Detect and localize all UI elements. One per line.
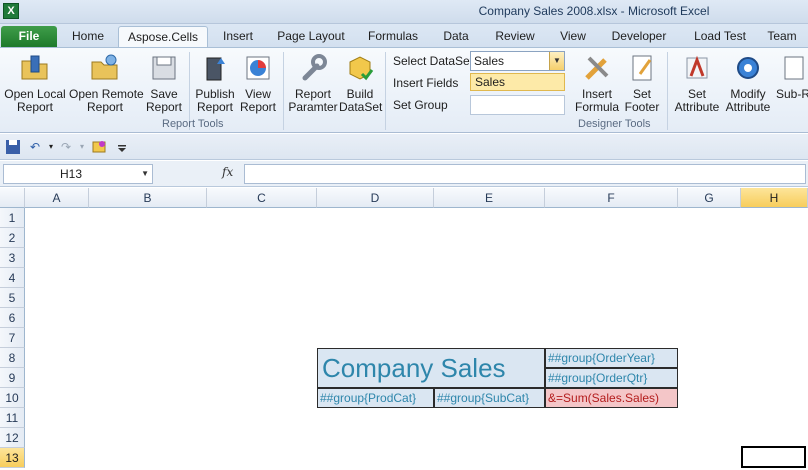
wrench-icon (302, 54, 327, 81)
column-header[interactable]: E (434, 188, 545, 208)
row-header[interactable]: 6 (0, 308, 25, 328)
insert-fields-label: Insert Fields (393, 76, 459, 90)
order-qtr-cell[interactable]: ##group{OrderQtr} (545, 368, 678, 388)
tab-team[interactable]: Team (764, 26, 800, 47)
chevron-down-icon[interactable]: ▼ (141, 165, 149, 183)
publish-server-icon (206, 57, 225, 81)
set-attribute-button[interactable]: Set Attribute (671, 52, 723, 114)
row-header[interactable]: 11 (0, 408, 25, 428)
column-header[interactable]: F (545, 188, 678, 208)
tab-home[interactable]: Home (70, 26, 106, 47)
undo-dropdown-icon[interactable]: ▾ (43, 139, 59, 155)
ribbon-separator (667, 52, 668, 130)
save-disk-icon (152, 56, 176, 80)
sum-formula-cell[interactable]: &=Sum(Sales.Sales) (545, 388, 678, 408)
set-group-combobox[interactable] (470, 95, 565, 115)
pencil-ruler-icon (585, 56, 609, 80)
row-header[interactable]: 2 (0, 228, 25, 248)
name-box[interactable]: H13 ▼ (3, 164, 153, 184)
row-header[interactable]: 7 (0, 328, 25, 348)
company-sales-title-cell[interactable]: Company Sales (317, 348, 545, 388)
row-header[interactable]: 3 (0, 248, 25, 268)
tab-insert[interactable]: Insert (218, 26, 258, 47)
spreadsheet-grid[interactable]: A B C D E F G H 1 2 3 4 5 6 7 8 9 10 11 … (0, 188, 808, 470)
select-all-corner[interactable] (0, 188, 25, 208)
sub-cat-cell[interactable]: ##group{SubCat} (434, 388, 545, 408)
tab-load-test[interactable]: Load Test (688, 26, 752, 47)
spell-check-icon[interactable] (91, 139, 107, 155)
attribute-text-icon (686, 55, 708, 79)
chevron-down-icon[interactable]: ▼ (549, 52, 564, 70)
group-label-designer-tools: Designer Tools (578, 118, 651, 130)
column-header-selected[interactable]: H (741, 188, 808, 208)
modify-attribute-button[interactable]: Modify Attribute (723, 52, 773, 114)
column-header[interactable]: G (678, 188, 741, 208)
page-pencil-icon (632, 55, 652, 81)
tab-developer[interactable]: Developer (608, 26, 670, 47)
publish-report-button[interactable]: Publish Report (193, 52, 237, 114)
view-report-button[interactable]: View Report (238, 52, 278, 114)
window-title: Company Sales 2008.xlsx - Microsoft Exce… (478, 4, 710, 18)
row-header[interactable]: 12 (0, 428, 25, 448)
report-paramter-button[interactable]: Report Paramter (287, 52, 339, 114)
redo-dropdown-icon: ▾ (79, 142, 84, 151)
ribbon-tab-row: File Home Aspose.Cells Insert Page Layou… (0, 24, 808, 48)
formula-input[interactable] (244, 164, 806, 184)
folder-remote-icon (91, 54, 118, 80)
active-cell-h13[interactable] (741, 446, 806, 468)
title-bar: X Company Sales 2008.xlsx - Microsoft Ex… (0, 0, 808, 24)
save-report-button[interactable]: Save Report (144, 52, 184, 114)
build-dataset-icon (349, 56, 374, 81)
row-header[interactable]: 8 (0, 348, 25, 368)
save-icon[interactable] (5, 139, 21, 155)
chart-view-icon (246, 56, 270, 80)
ribbon-separator (385, 52, 386, 130)
order-year-cell[interactable]: ##group{OrderYear} (545, 348, 678, 368)
dataset-option-sales[interactable]: Sales (470, 73, 565, 91)
ribbon: Open Local Report Open Remote Report Sav… (0, 47, 808, 133)
open-local-report-button[interactable]: Open Local Report (4, 52, 66, 114)
quick-access-toolbar: ↶ ▾ ↷ ▾ (0, 134, 808, 160)
undo-icon[interactable]: ↶ (27, 139, 43, 155)
redo-icon: ↷ (60, 140, 72, 154)
row-header[interactable]: 10 (0, 388, 25, 408)
tab-file[interactable]: File (1, 26, 57, 47)
column-header[interactable]: C (207, 188, 317, 208)
column-header[interactable]: B (89, 188, 207, 208)
tab-page-layout[interactable]: Page Layout (275, 26, 347, 47)
gear-icon (737, 57, 759, 79)
fx-icon[interactable]: fx (222, 165, 233, 179)
tab-review[interactable]: Review (492, 26, 538, 47)
sub-report-icon (784, 56, 804, 80)
select-dataset-label: Select DataSet (393, 54, 474, 68)
sub-report-button[interactable]: Sub-R (773, 52, 808, 101)
set-footer-button[interactable]: Set Footer (621, 52, 663, 114)
open-remote-report-button[interactable]: Open Remote Report (69, 52, 144, 114)
tab-view[interactable]: View (557, 26, 589, 47)
formula-bar: H13 ▼ fx (0, 161, 808, 187)
row-header[interactable]: 1 (0, 208, 25, 228)
build-dataset-button[interactable]: Build DataSet (339, 52, 382, 114)
insert-formula-button[interactable]: Insert Formula (574, 52, 620, 114)
folder-open-icon (21, 55, 48, 80)
tab-aspose-cells[interactable]: Aspose.Cells (118, 26, 208, 48)
column-header[interactable]: D (317, 188, 434, 208)
group-label-report-tools: Report Tools (162, 118, 224, 130)
customize-toolbar-icon[interactable] (114, 139, 130, 155)
set-group-label: Set Group (393, 98, 448, 112)
tab-data[interactable]: Data (440, 26, 472, 47)
tab-formulas[interactable]: Formulas (365, 26, 421, 47)
prod-cat-cell[interactable]: ##group{ProdCat} (317, 388, 434, 408)
row-header[interactable]: 4 (0, 268, 25, 288)
column-header[interactable]: A (25, 188, 89, 208)
row-header-selected[interactable]: 13 (0, 448, 25, 468)
row-header[interactable]: 5 (0, 288, 25, 308)
select-dataset-combobox[interactable]: Sales ▼ (470, 51, 565, 71)
row-header[interactable]: 9 (0, 368, 25, 388)
ribbon-separator (283, 52, 284, 130)
